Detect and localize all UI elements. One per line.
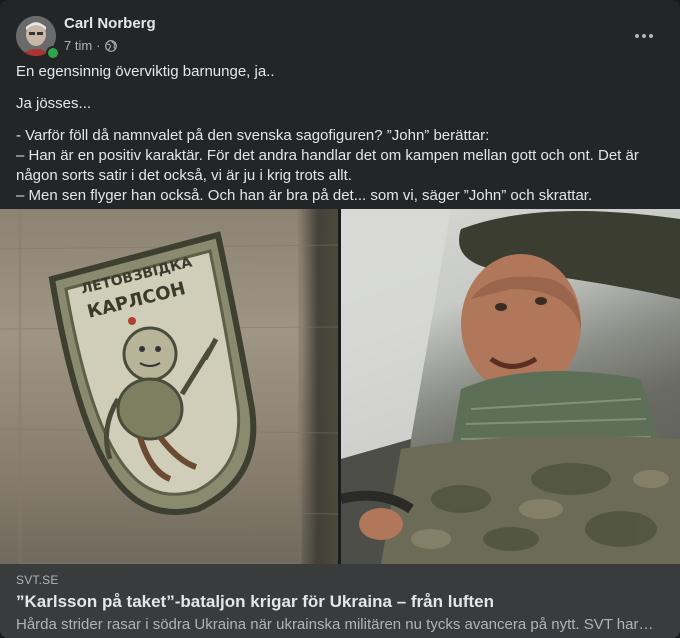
post-time[interactable]: 7 tim	[64, 38, 92, 53]
link-title[interactable]: ”Karlsson på taket”-bataljon krigar för …	[16, 592, 494, 612]
post-paragraph-1: En egensinnig överviktig barnunge, ja..	[16, 63, 275, 80]
globe-icon[interactable]	[104, 39, 117, 52]
post-header: Carl Norberg 7 tim ·	[16, 14, 664, 60]
link-description: Hårda strider rasar i södra Ukraina när …	[16, 616, 654, 633]
author-name[interactable]: Carl Norberg	[64, 15, 156, 32]
more-horizontal-icon	[635, 34, 653, 38]
link-preview-image[interactable]: ЛЕТОВЗВІДКА КАРЛСОН	[0, 209, 680, 564]
patch-photo: ЛЕТОВЗВІДКА КАРЛСОН	[0, 209, 339, 564]
online-status-dot	[46, 46, 60, 60]
post-text: En egensinnig överviktig barnunge, ja.. …	[16, 62, 656, 206]
meta-separator: ·	[96, 38, 101, 53]
post-paragraph-3: - Varför föll då namnvalet på den svensk…	[16, 127, 639, 204]
post-meta: 7 tim ·	[64, 38, 117, 53]
link-preview[interactable]: SVT.SE ”Karlsson på taket”-bataljon krig…	[0, 564, 680, 638]
post-card: Carl Norberg 7 tim · En egensinnig överv…	[0, 0, 680, 638]
soldier-photo	[339, 209, 680, 564]
post-paragraph-2: Ja jösses...	[16, 95, 92, 112]
more-options-button[interactable]	[628, 20, 660, 52]
link-domain: SVT.SE	[16, 573, 59, 587]
